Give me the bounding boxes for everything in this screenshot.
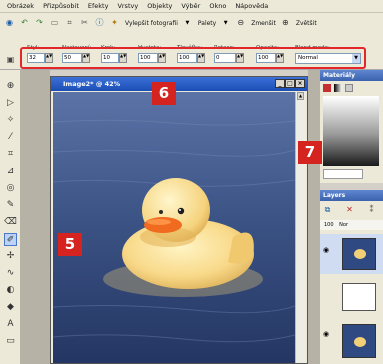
layer-row[interactable]: ◉	[320, 320, 383, 364]
dropdown-arrow-icon[interactable]: ▼	[182, 18, 193, 29]
duck-photo	[53, 92, 295, 363]
layers-panel: Layers ⧉ ✕ ⁑ 100 Nor ◉ ◉	[320, 190, 383, 364]
enhance-photo-button[interactable]: Vylepšit fotografii	[125, 20, 178, 27]
clone-brush-icon[interactable]: ✎	[4, 199, 17, 212]
workspace-background	[20, 70, 50, 364]
callout-badge-7: 7	[298, 141, 322, 164]
dropdown-arrow-icon[interactable]: ▼	[220, 18, 231, 29]
lighten-darken-icon[interactable]: ◐	[4, 284, 17, 297]
callout-badge-5: 5	[58, 233, 82, 256]
palettes-button[interactable]: Palety	[198, 20, 216, 27]
straighten-icon[interactable]: ⊿	[4, 165, 17, 178]
pattern-icon[interactable]	[345, 84, 353, 92]
menu-item-layers[interactable]: Vrstvy	[117, 2, 138, 10]
standard-toolbar: ◉ ↶ ↷ ▭ ⌗ ✂ ⓘ ✦ Vylepšit fotografii ▼ Pa…	[0, 13, 383, 33]
minimize-button[interactable]: _	[275, 79, 285, 88]
materials-title[interactable]: Materiály	[320, 70, 383, 81]
image-window: Image2* @ 42% _ □ × ▲	[50, 76, 308, 364]
menu-item-image[interactable]: Obrázek	[7, 2, 34, 10]
tool-options-highlight	[20, 47, 366, 69]
scroll-up-icon[interactable]: ▲	[297, 92, 304, 100]
scissors-icon[interactable]: ✂	[79, 18, 90, 29]
close-button[interactable]: ×	[295, 79, 305, 88]
airbrush-icon[interactable]: ✢	[4, 250, 17, 263]
browse-icon[interactable]: ◉	[4, 18, 15, 29]
crop-icon[interactable]: ⌗	[64, 18, 75, 29]
menu-item-help[interactable]: Nápověda	[235, 2, 268, 10]
pick-tool-icon[interactable]: ▷	[4, 97, 17, 110]
magic-wand-icon[interactable]: ✧	[4, 114, 17, 127]
smudge-icon[interactable]: ∿	[4, 267, 17, 280]
eye-icon[interactable]: ◉	[323, 330, 333, 340]
menu-item-selection[interactable]: Výběr	[181, 2, 200, 10]
redo-icon[interactable]: ↷	[34, 18, 45, 29]
zoom-in-button[interactable]: Zvětšit	[296, 20, 317, 27]
brush-preset-icon[interactable]: ▣	[5, 54, 16, 65]
paint-brush-icon[interactable]: ✐	[4, 233, 17, 246]
materials-panel: Materiály	[320, 70, 383, 183]
image-canvas[interactable]	[53, 92, 295, 363]
swatch-icon[interactable]	[323, 84, 331, 92]
image-window-title[interactable]: Image2* @ 42%	[51, 77, 307, 91]
duck-thumbnail	[354, 249, 366, 259]
option-labels: Styl: Nastavení: Krok: Hustota: Tloušťka…	[0, 35, 383, 51]
zoom-out-icon[interactable]: ⊖	[235, 18, 246, 29]
new-document-icon[interactable]: ▭	[49, 18, 60, 29]
shape-tool-icon[interactable]: ▭	[4, 335, 17, 348]
color-preview	[323, 169, 363, 179]
undo-icon[interactable]: ↶	[19, 18, 30, 29]
maximize-button[interactable]: □	[285, 79, 295, 88]
image-title-text: Image2* @ 42%	[63, 80, 121, 88]
fill-icon[interactable]: ◆	[4, 301, 17, 314]
layer-mode-value[interactable]: Nor	[339, 222, 348, 228]
layers-title[interactable]: Layers	[320, 190, 383, 201]
menu-item-adjust[interactable]: Přizpůsobit	[43, 2, 79, 10]
callout-badge-6: 6	[152, 82, 176, 105]
zoom-out-button[interactable]: Zmenšit	[251, 20, 276, 27]
vertical-scrollbar[interactable]: ▲	[295, 92, 306, 363]
red-eye-icon[interactable]: ◎	[4, 182, 17, 195]
layer-thumbnail	[342, 283, 376, 311]
eye-icon[interactable]: ◉	[323, 246, 333, 256]
crop-tool-icon[interactable]: ⌗	[4, 148, 17, 161]
layer-opacity-value[interactable]: 100	[324, 222, 334, 228]
menu-item-objects[interactable]: Objekty	[147, 2, 172, 10]
layer-row[interactable]: ◉	[320, 234, 383, 274]
zoom-in-icon[interactable]: ⊕	[280, 18, 291, 29]
eraser-icon[interactable]: ⌫	[4, 216, 17, 229]
gradient-icon[interactable]	[334, 84, 342, 92]
new-layer-icon[interactable]: ⧉	[322, 204, 333, 215]
info-icon[interactable]: ⓘ	[94, 18, 105, 29]
color-picker-area[interactable]	[323, 96, 379, 166]
layer-thumbnail	[342, 324, 376, 358]
text-tool-icon[interactable]: A	[4, 318, 17, 331]
menu-item-window[interactable]: Okno	[209, 2, 226, 10]
menu-bar: Obrázek Přizpůsobit Efekty Vrstvy Objekt…	[0, 0, 383, 13]
layer-thumbnail	[342, 238, 376, 270]
dropper-icon[interactable]: ⁄	[4, 131, 17, 144]
menu-item-effects[interactable]: Efekty	[88, 2, 109, 10]
duck-thumbnail	[354, 337, 366, 347]
delete-layer-icon[interactable]: ✕	[344, 204, 355, 215]
pan-tool-icon[interactable]: ⊕	[4, 80, 17, 93]
layer-properties-icon[interactable]: ⁑	[366, 204, 377, 215]
layer-row[interactable]	[320, 280, 383, 314]
workspace-background-right	[308, 70, 320, 364]
enhance-icon[interactable]: ✦	[109, 18, 120, 29]
tools-palette: ⊕ ▷ ✧ ⁄ ⌗ ⊿ ◎ ✎ ⌫ ✐ ✢ ∿ ◐ ◆ A ▭	[0, 70, 21, 364]
layer-opacity-row: 100 Nor	[320, 220, 383, 230]
